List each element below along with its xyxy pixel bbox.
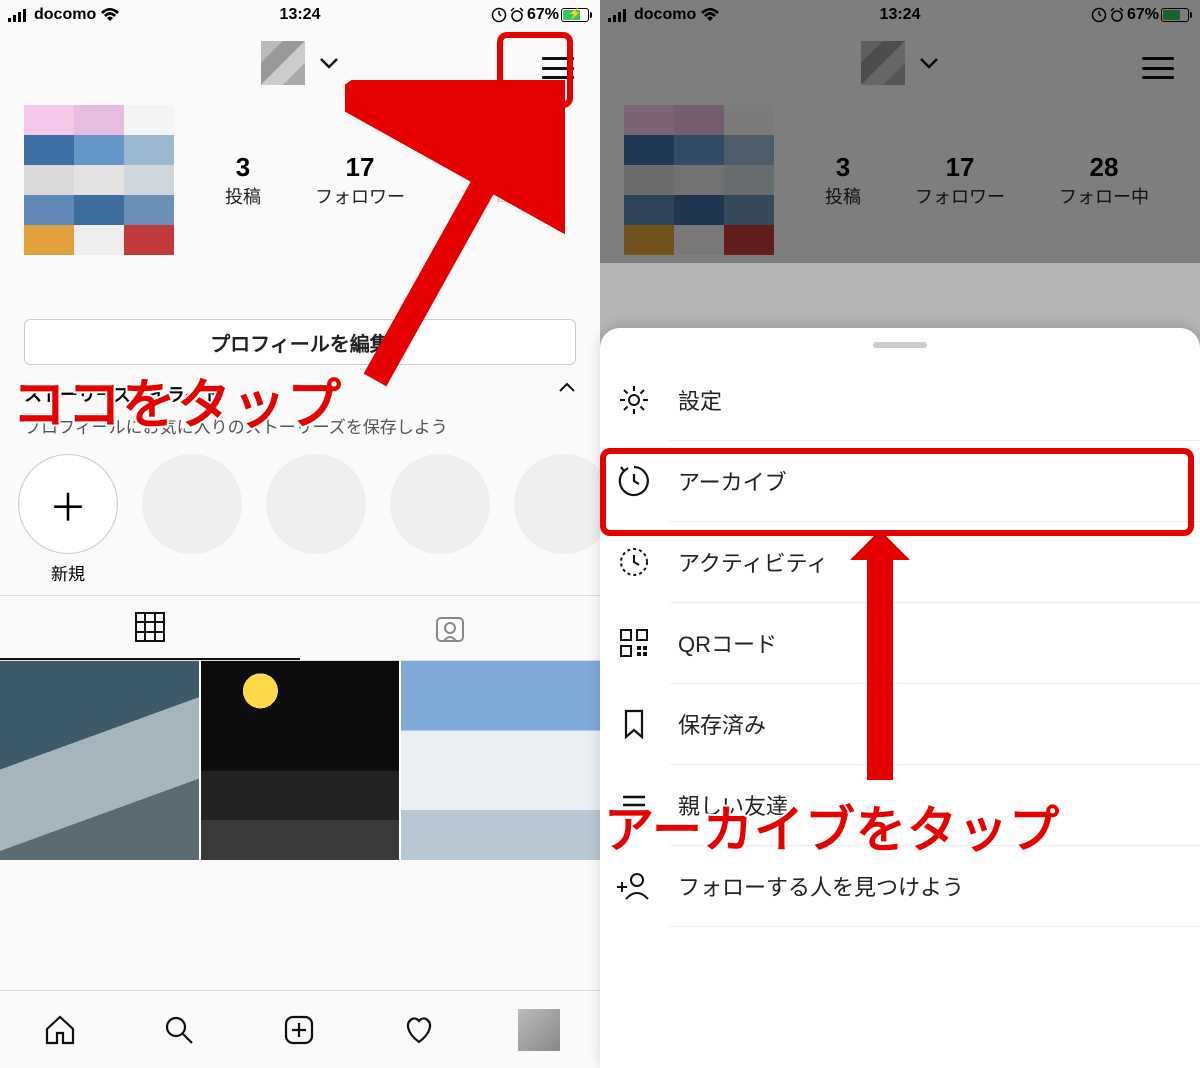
highlight-placeholder (266, 454, 366, 585)
add-person-icon (616, 868, 652, 904)
signal-icon (8, 8, 30, 22)
battery-pct: 67% (527, 6, 559, 24)
highlights-row: ＋ 新規 (0, 450, 600, 595)
nav-create[interactable] (279, 1010, 319, 1050)
highlight-placeholder (514, 454, 614, 585)
sheet-handle[interactable] (873, 342, 927, 348)
nav-search[interactable] (159, 1010, 199, 1050)
nav-activity[interactable] (399, 1010, 439, 1050)
post-thumb[interactable] (0, 661, 199, 860)
carrier-label: docomo (34, 6, 96, 24)
battery-icon: ⚡ (561, 8, 592, 22)
nav-home[interactable] (40, 1010, 80, 1050)
phone-left: docomo 13:24 67% ⚡ 3 投稿 (0, 0, 600, 1068)
annotation-arrow (345, 80, 565, 390)
post-grid (0, 661, 600, 860)
avatar[interactable] (24, 105, 174, 255)
activity-icon (616, 544, 652, 580)
gear-icon (616, 382, 652, 418)
annotation-highlight-box (600, 448, 1194, 536)
username-pixelated (261, 41, 305, 85)
highlight-placeholder (390, 454, 490, 585)
post-thumb[interactable] (201, 661, 400, 860)
lock-rotation-icon (491, 7, 507, 23)
menu-qr[interactable]: QRコード (670, 603, 1200, 684)
menu-settings[interactable]: 設定 (670, 360, 1200, 441)
content-tabs (0, 595, 600, 661)
stat-posts[interactable]: 3 投稿 (225, 152, 261, 209)
status-time: 13:24 (280, 6, 321, 24)
qr-icon (616, 625, 652, 661)
menu-saved[interactable]: 保存済み (670, 684, 1200, 765)
highlight-new[interactable]: ＋ 新規 (18, 454, 118, 585)
grid-icon (134, 611, 166, 643)
post-thumb[interactable] (401, 661, 600, 860)
nav-profile[interactable] (518, 1009, 560, 1051)
bookmark-icon (616, 706, 652, 742)
annotation-arrow (840, 530, 920, 790)
status-bar: docomo 13:24 67% ⚡ (0, 0, 600, 30)
annotation-text: アーカイブをタップ (604, 790, 1060, 862)
tab-tagged[interactable] (300, 596, 600, 660)
tab-grid[interactable] (0, 596, 300, 660)
phone-right: docomo 13:24 67% 3投稿 1 (600, 0, 1200, 1068)
chevron-down-icon (319, 57, 339, 69)
highlight-placeholder (142, 454, 242, 585)
username-dropdown[interactable] (261, 41, 339, 85)
alarm-icon (509, 7, 525, 23)
bottom-nav (0, 990, 600, 1068)
tagged-icon (433, 611, 467, 645)
wifi-icon (100, 8, 120, 22)
annotation-text: ココをタップ (12, 360, 342, 439)
